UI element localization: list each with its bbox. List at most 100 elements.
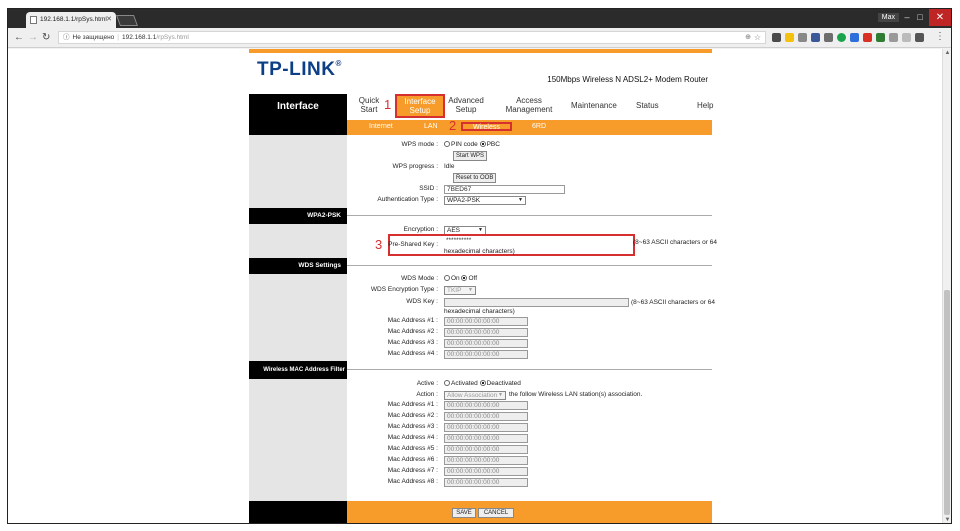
subnav-wireless[interactable]: Wireless <box>461 122 512 131</box>
url-host: 192.168.1.1 <box>122 34 157 41</box>
nav-access-management[interactable]: Access Management <box>501 96 557 114</box>
extension-sync-icon[interactable] <box>876 33 885 42</box>
section-mac-filter: Wireless MAC Address Filter <box>249 361 347 379</box>
psk-label: Pre-Shared Key : <box>388 241 438 248</box>
wds-mac-field[interactable]: 00:00:00:00:00:00 <box>444 317 528 326</box>
wds-mac-field[interactable]: 00:00:00:00:00:00 <box>444 350 528 359</box>
wps-pin-radio[interactable] <box>444 141 450 148</box>
url-path: /rpSys.html <box>156 34 189 41</box>
wds-hint-b: hexadecimal characters) <box>444 308 515 315</box>
filter-mac-label: Mac Address #4 : <box>387 434 438 441</box>
filter-mac-field[interactable]: 00:00:00:00:00:00 <box>444 434 528 443</box>
extension-screenshot-icon[interactable] <box>850 33 859 42</box>
cancel-button[interactable]: CANCEL <box>478 508 514 518</box>
info-icon[interactable]: ⓘ <box>63 34 70 41</box>
nav-help[interactable]: Help <box>697 101 713 110</box>
chevron-down-icon: ▼ <box>498 392 503 398</box>
auth-type-select[interactable]: WPA2-PSK ▼ <box>444 196 526 205</box>
subnav-6rd[interactable]: 6RD <box>532 123 546 130</box>
wds-mac-field[interactable]: 00:00:00:00:00:00 <box>444 339 528 348</box>
scroll-up-icon[interactable]: ▲ <box>943 49 951 58</box>
extension-download-icon[interactable] <box>798 33 807 42</box>
nav-interface-setup[interactable]: Interface Setup <box>395 94 445 118</box>
wps-mode-label: WPS mode : <box>401 141 438 148</box>
security-label: Не защищено <box>72 34 115 41</box>
filter-action-select[interactable]: Allow Association ▼ <box>444 391 506 400</box>
divider-wds <box>347 265 712 266</box>
chevron-down-icon: ▼ <box>468 287 473 293</box>
extension-grammar-icon[interactable] <box>837 33 846 42</box>
nav-quick-start[interactable]: Quick Start <box>355 96 383 114</box>
extension-gray-icon[interactable] <box>902 33 911 42</box>
filter-mac-field[interactable]: 00:00:00:00:00:00 <box>444 423 528 432</box>
nav-maintenance[interactable]: Maintenance <box>571 101 617 110</box>
user-profile-button[interactable]: Max <box>877 13 899 22</box>
ssid-field[interactable]: 7BED67 <box>444 185 565 194</box>
save-button[interactable]: SAVE <box>452 508 476 518</box>
close-tab-icon[interactable]: ✕ <box>106 15 112 23</box>
extension-notes-icon[interactable] <box>785 33 794 42</box>
extension-misc-icon[interactable] <box>889 33 898 42</box>
main-nav: Interface Quick Start 1 Interface Setup … <box>249 94 713 120</box>
nav-advanced-setup[interactable]: Advanced Setup <box>447 96 485 114</box>
scroll-down-icon[interactable]: ▼ <box>943 516 951 523</box>
filter-mac-field[interactable]: 00:00:00:00:00:00 <box>444 467 528 476</box>
wds-mac-label: Mac Address #2 : <box>387 328 438 335</box>
registered-mark: ® <box>335 59 342 68</box>
wds-on-radio[interactable] <box>444 275 450 282</box>
extension-tools-icon[interactable] <box>824 33 833 42</box>
wds-mac-field[interactable]: 00:00:00:00:00:00 <box>444 328 528 337</box>
scroll-thumb[interactable] <box>944 290 950 515</box>
minimize-icon[interactable]: – <box>901 12 913 22</box>
maximize-icon[interactable]: □ <box>914 12 926 22</box>
extension-adblock-icon[interactable] <box>863 33 872 42</box>
page-icon <box>30 16 37 24</box>
start-wps-button[interactable]: Start WPS <box>453 151 488 161</box>
model-name: 150Mbps Wireless N ADSL2+ Modem Router <box>547 75 708 84</box>
tab-title: 192.168.1.1/rpSys.html <box>40 16 107 23</box>
bookmark-star-icon[interactable]: ☆ <box>754 32 761 43</box>
reset-oob-button[interactable]: Reset to OOB <box>453 173 497 183</box>
wps-pbc-radio[interactable] <box>479 141 486 148</box>
forward-icon[interactable]: → <box>28 32 38 44</box>
wps-progress-value: Idle <box>444 163 455 170</box>
callout-2: 2 <box>449 118 457 133</box>
router-page: TP-LINK® 150Mbps Wireless N ADSL2+ Modem… <box>249 49 717 523</box>
filter-mac-field[interactable]: 00:00:00:00:00:00 <box>444 445 528 454</box>
tplink-logo: TP-LINK® <box>257 59 342 81</box>
browser-menu-icon[interactable]: ⋮ <box>935 31 945 42</box>
reload-icon[interactable]: ↻ <box>42 32 50 44</box>
wds-key-field[interactable] <box>444 298 629 307</box>
subnav-lan[interactable]: LAN <box>424 123 438 130</box>
subnav-side <box>249 120 347 135</box>
back-icon[interactable]: ← <box>14 32 24 44</box>
close-window-icon[interactable]: ✕ <box>929 9 951 26</box>
browser-tab[interactable]: 192.168.1.1/rpSys.html ✕ <box>26 12 116 28</box>
extension-cast-icon[interactable] <box>915 33 924 42</box>
vertical-scrollbar[interactable]: ▲ ▼ <box>942 49 951 523</box>
filter-deactivated-radio[interactable] <box>479 380 486 387</box>
divider-wpa2 <box>347 215 712 216</box>
filter-mac-field[interactable]: 00:00:00:00:00:00 <box>444 412 528 421</box>
filter-action-value: Allow Association <box>447 392 498 399</box>
psk-field[interactable]: ********** <box>444 237 624 246</box>
filter-action-suffix: the follow Wireless LAN station(s) assoc… <box>509 391 643 398</box>
extension-vpn-icon[interactable] <box>811 33 820 42</box>
wds-encryption-select[interactable]: TKIP ▼ <box>444 286 476 295</box>
browser-window: 192.168.1.1/rpSys.html ✕ Max – □ ✕ ← → ↻… <box>7 8 952 524</box>
encryption-label: Encryption : <box>403 226 438 233</box>
nav-status[interactable]: Status <box>636 101 659 110</box>
zoom-icon[interactable]: ⊕ <box>745 32 751 43</box>
url-field[interactable]: ⓘ Не защищено | 192.168.1.1/rpSys.html ⊕ ☆ <box>58 31 766 44</box>
wds-mode-label: WDS Mode : <box>401 275 438 282</box>
new-tab-button[interactable] <box>115 15 139 26</box>
filter-mac-field[interactable]: 00:00:00:00:00:00 <box>444 478 528 487</box>
extension-pocket-icon[interactable] <box>772 33 781 42</box>
wds-off-radio[interactable] <box>461 275 468 282</box>
filter-mac-field[interactable]: 00:00:00:00:00:00 <box>444 456 528 465</box>
subnav-internet[interactable]: Internet <box>369 123 393 130</box>
filter-mac-field[interactable]: 00:00:00:00:00:00 <box>444 401 528 410</box>
filter-activated-label: Activated <box>451 380 478 387</box>
filter-activated-radio[interactable] <box>444 380 450 387</box>
filter-mac-label: Mac Address #1 : <box>387 401 438 408</box>
